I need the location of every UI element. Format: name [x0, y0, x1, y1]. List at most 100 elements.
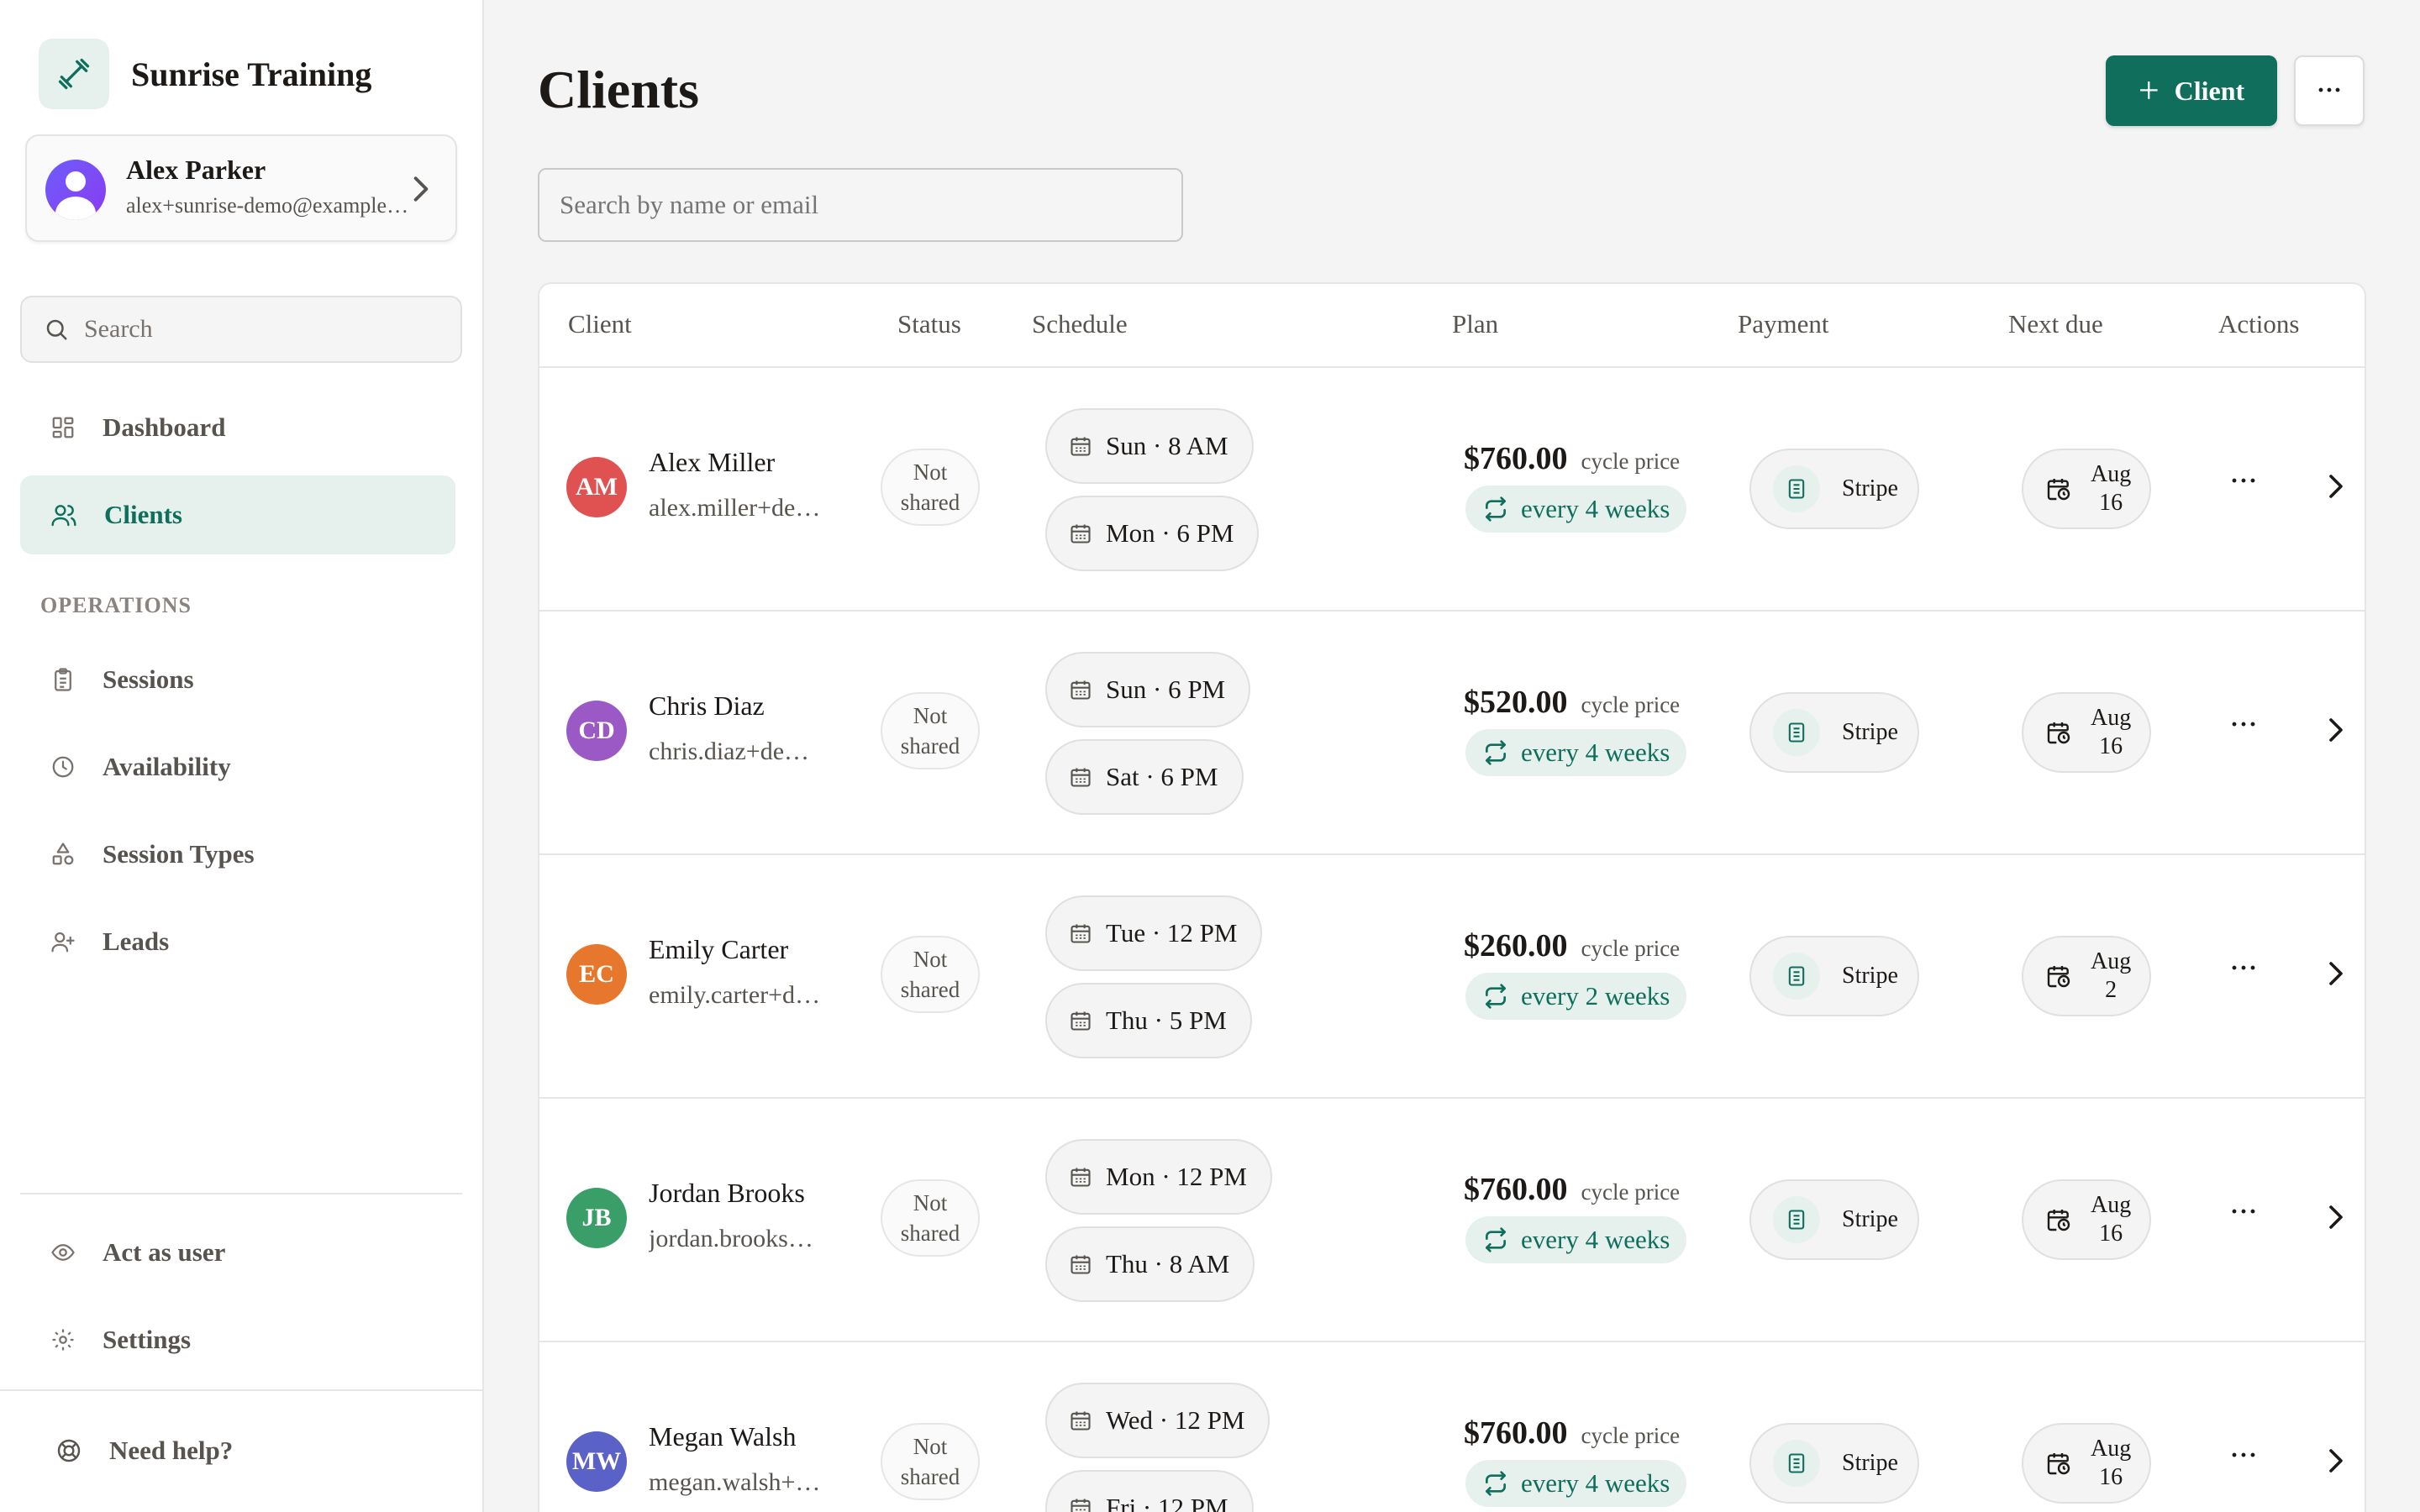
client-name[interactable]: Alex Miller: [649, 447, 775, 478]
sidebar-item-label: Settings: [103, 1325, 192, 1354]
schedule-chip[interactable]: Thu · 5 PM: [1045, 983, 1252, 1058]
price-label: cycle price: [1581, 692, 1681, 717]
schedule-chip[interactable]: Sun · 6 PM: [1045, 652, 1251, 727]
sidebar-item-act-as-user[interactable]: Act as user: [20, 1213, 455, 1292]
schedule-chip[interactable]: Wed · 12 PM: [1045, 1383, 1270, 1458]
client-avatar: EC: [566, 944, 627, 1005]
schedule-text: Fri · 12 PM: [1106, 1493, 1228, 1512]
sidebar-divider: [20, 1193, 462, 1194]
sidebar-divider: [0, 1389, 484, 1391]
clients-table: Client Status Schedule Plan Payment Next…: [538, 282, 2366, 1512]
table-row[interactable]: AM Alex Miller alex.miller+demo@example.…: [539, 368, 2365, 612]
row-actions-button[interactable]: ···: [2230, 1441, 2258, 1470]
row-actions-button[interactable]: ···: [2230, 954, 2258, 983]
schedule-text: Tue · 12 PM: [1106, 918, 1238, 948]
due-month: Aug: [2091, 1436, 2132, 1462]
eye-icon: [51, 1244, 75, 1261]
sidebar-item-settings[interactable]: Settings: [20, 1300, 455, 1379]
column-header-schedule[interactable]: Schedule: [1032, 309, 1128, 339]
schedule-chip[interactable]: Sun · 8 AM: [1045, 408, 1254, 484]
sidebar-item-sessions[interactable]: Sessions: [20, 640, 455, 719]
status-text: shared: [900, 733, 960, 759]
sidebar-item-availability[interactable]: Availability: [20, 727, 455, 806]
billing-cycle-badge: every 4 weeks: [1465, 1460, 1687, 1507]
next-due-chip[interactable]: Aug 16: [2022, 449, 2151, 529]
schedule-chip[interactable]: Mon · 6 PM: [1045, 496, 1260, 571]
table-row[interactable]: EC Emily Carter emily.carter+demo@exampl…: [539, 855, 2365, 1099]
sidebar-item-clients[interactable]: Clients: [20, 475, 455, 554]
plan-price: $760.00 cycle price: [1464, 1171, 1680, 1208]
brand[interactable]: Sunrise Training: [39, 39, 371, 109]
row-actions-button[interactable]: ···: [2230, 1198, 2258, 1226]
schedule-chip[interactable]: Mon · 12 PM: [1045, 1139, 1272, 1215]
price-amount: $760.00: [1464, 441, 1568, 476]
sidebar-item-label: Need help?: [109, 1436, 234, 1465]
client-avatar: AM: [566, 457, 627, 517]
payment-label: Stripe: [1842, 475, 1898, 501]
client-name[interactable]: Chris Diaz: [649, 690, 765, 722]
repeat-icon: [1486, 1471, 1506, 1496]
client-search-input[interactable]: [538, 168, 1183, 242]
schedule-chip[interactable]: Tue · 12 PM: [1045, 895, 1263, 971]
sidebar-item-dashboard[interactable]: Dashboard: [20, 388, 455, 467]
calendar-icon: [1071, 768, 1091, 787]
sidebar-search[interactable]: Search: [20, 296, 462, 363]
column-header-payment[interactable]: Payment: [1738, 309, 1829, 339]
client-name[interactable]: Megan Walsh: [649, 1421, 796, 1452]
next-due-chip[interactable]: Aug 16: [2022, 692, 2151, 773]
sidebar-item-session-types[interactable]: Session Types: [20, 815, 455, 894]
row-actions-button[interactable]: ···: [2230, 711, 2258, 739]
next-due-chip[interactable]: Aug 16: [2022, 1179, 2151, 1260]
sidebar-item-label: Leads: [103, 927, 170, 956]
repeat-icon: [1486, 740, 1506, 765]
schedule-chip[interactable]: Sat · 6 PM: [1045, 739, 1244, 815]
cycle-text: every 4 weeks: [1521, 494, 1670, 523]
price-amount: $760.00: [1464, 1415, 1568, 1451]
sidebar-item-help[interactable]: Need help?: [25, 1411, 460, 1490]
table-row[interactable]: MW Megan Walsh megan.walsh+demo@example.…: [539, 1342, 2365, 1512]
status-text: shared: [900, 1221, 960, 1246]
payment-method-chip[interactable]: Stripe: [1749, 1423, 1919, 1504]
status-text: Not: [913, 947, 948, 972]
more-options-label: ···: [2316, 76, 2342, 104]
row-actions-button[interactable]: ···: [2230, 467, 2258, 496]
chevron-right-icon[interactable]: [2326, 1446, 2346, 1475]
dumbbell-icon: [39, 39, 109, 109]
user-card[interactable]: Alex Parker alex+sunrise-demo@example.co…: [25, 134, 457, 242]
sidebar-item-label: Dashboard: [103, 412, 226, 442]
payment-method-chip[interactable]: Stripe: [1749, 936, 1919, 1016]
table-row[interactable]: JB Jordan Brooks jordan.brooks+demo@exam…: [539, 1099, 2365, 1342]
repeat-icon: [1486, 1227, 1506, 1252]
table-row[interactable]: CD Chris Diaz chris.diaz+demo@example.co…: [539, 612, 2365, 855]
payment-label: Stripe: [1842, 963, 1898, 989]
due-day: 16: [2099, 1464, 2123, 1490]
payment-method-chip[interactable]: Stripe: [1749, 449, 1919, 529]
chevron-right-icon[interactable]: [2326, 959, 2346, 988]
clipboard-icon: [55, 668, 71, 691]
payment-method-chip[interactable]: Stripe: [1749, 1179, 1919, 1260]
sidebar-item-label: Session Types: [103, 839, 255, 869]
schedule-text: Thu · 5 PM: [1106, 1005, 1227, 1035]
status-badge: Not shared: [881, 936, 980, 1013]
chevron-right-icon[interactable]: [2326, 716, 2346, 744]
cycle-text: every 4 weeks: [1521, 1468, 1670, 1498]
billing-cycle-badge: every 4 weeks: [1465, 486, 1687, 533]
column-header-client[interactable]: Client: [568, 309, 632, 339]
plan-price: $760.00 cycle price: [1464, 1415, 1680, 1452]
schedule-chip[interactable]: Thu · 8 AM: [1045, 1226, 1255, 1302]
add-client-button[interactable]: + Client: [2106, 55, 2277, 126]
column-header-plan[interactable]: Plan: [1452, 309, 1498, 339]
next-due-chip[interactable]: Aug 16: [2022, 1423, 2151, 1504]
payment-method-chip[interactable]: Stripe: [1749, 692, 1919, 773]
more-options-button[interactable]: ···: [2294, 55, 2365, 126]
sidebar-item-leads[interactable]: Leads: [20, 902, 455, 981]
chevron-right-icon[interactable]: [2326, 472, 2346, 501]
client-name[interactable]: Jordan Brooks: [649, 1178, 805, 1209]
receipt-icon: [1773, 465, 1820, 512]
column-header-status[interactable]: Status: [897, 309, 961, 339]
schedule-chip[interactable]: Fri · 12 PM: [1045, 1470, 1254, 1512]
column-header-next-due[interactable]: Next due: [2008, 309, 2103, 339]
client-name[interactable]: Emily Carter: [649, 934, 788, 965]
chevron-right-icon[interactable]: [2326, 1203, 2346, 1231]
next-due-chip[interactable]: Aug 2: [2022, 936, 2151, 1016]
